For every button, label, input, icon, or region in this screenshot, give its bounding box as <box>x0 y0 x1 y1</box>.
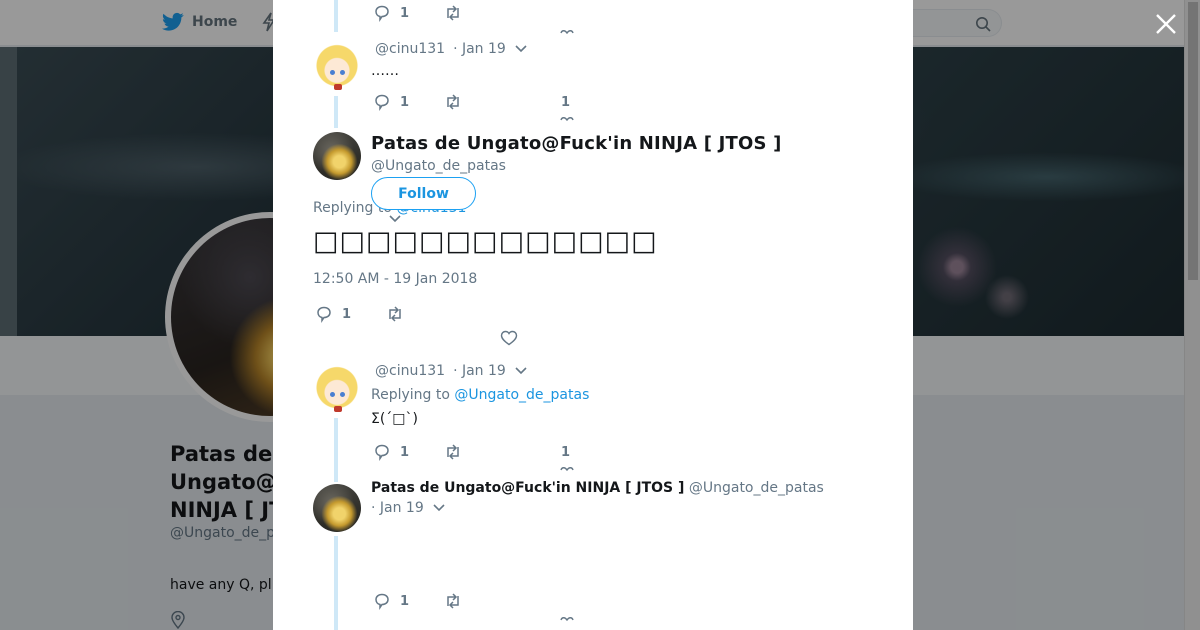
tweet-text: …… <box>371 63 399 79</box>
tweet-header: @cinu131 · Jan 19 <box>375 41 528 57</box>
tweet-actions: 1 <box>373 443 462 461</box>
retweet-button[interactable] <box>444 4 462 22</box>
like-count: 1 <box>561 445 571 460</box>
thread-line <box>334 418 338 482</box>
reply-button[interactable]: 1 <box>373 443 409 461</box>
reply-icon <box>317 306 331 323</box>
tweet-handle[interactable]: @cinu131 <box>375 363 445 379</box>
avatar[interactable] <box>313 44 361 92</box>
replying-to: Replying to @Ungato_de_patas <box>371 387 589 403</box>
tweet-timestamp[interactable]: 12:50 AM - 19 Jan 2018 <box>313 271 477 287</box>
tweet-header: @cinu131 · Jan 19 <box>375 363 528 379</box>
chevron-down-icon[interactable] <box>514 366 528 376</box>
retweet-icon <box>447 5 459 21</box>
heart-icon[interactable] <box>500 329 518 347</box>
tweet-text: □□□□□□□□□□□□□ <box>313 226 658 257</box>
reply-button[interactable]: 1 <box>373 93 409 111</box>
reply-count: 1 <box>400 94 410 110</box>
chevron-down-icon[interactable] <box>514 44 528 54</box>
avatar[interactable] <box>313 484 361 532</box>
retweet-icon <box>389 306 401 322</box>
heart-icon[interactable] <box>560 30 574 34</box>
heart-icon[interactable] <box>560 617 574 621</box>
tweet-actions: 1 <box>315 305 404 323</box>
tweet-date[interactable]: · Jan 19 <box>453 363 506 379</box>
reply-count: 1 <box>400 444 410 460</box>
tweet-header: Patas de Ungato@Fuck'in NINJA [ JTOS ] @… <box>371 480 824 496</box>
tweet-modal: 1 @cinu131 · Jan 19 …… 1 1 Patas de Unga… <box>273 0 913 630</box>
tweet-date-row: · Jan 19 <box>371 500 446 516</box>
tweet-handle[interactable]: @cinu131 <box>375 41 445 57</box>
replying-to-link[interactable]: @Ungato_de_patas <box>454 387 589 403</box>
retweet-icon <box>447 444 459 460</box>
retweet-button[interactable] <box>444 443 462 461</box>
reply-button[interactable]: 1 <box>373 4 409 22</box>
retweet-icon <box>447 593 459 609</box>
retweet-icon <box>447 94 459 110</box>
reply-button[interactable]: 1 <box>373 592 409 610</box>
reply-icon <box>375 444 389 461</box>
reply-icon <box>375 94 389 111</box>
author-handle[interactable]: @Ungato_de_patas <box>689 480 824 496</box>
tweet-text: Σ(´□`) <box>371 411 418 427</box>
replying-to-label: Replying to <box>371 387 450 403</box>
thread-line <box>334 536 338 630</box>
reply-icon <box>375 593 389 610</box>
thread-line <box>334 96 338 128</box>
tweet-actions: 1 <box>373 4 462 22</box>
thread-line <box>334 0 338 32</box>
tweet-actions: 1 <box>373 93 462 111</box>
retweet-button[interactable] <box>386 305 404 323</box>
chevron-down-icon[interactable] <box>432 503 446 513</box>
close-icon[interactable] <box>1154 12 1178 36</box>
like-count: 1 <box>561 95 571 110</box>
tweet-actions: 1 <box>373 592 462 610</box>
reply-count: 1 <box>342 306 352 322</box>
heart-icon[interactable] <box>560 467 574 471</box>
reply-count: 1 <box>400 5 410 21</box>
follow-button[interactable]: Follow <box>371 177 476 210</box>
author-name[interactable]: Patas de Ungato@Fuck'in NINJA [ JTOS ] <box>371 133 782 154</box>
reply-icon <box>375 5 389 22</box>
avatar[interactable] <box>313 132 361 180</box>
reply-button[interactable]: 1 <box>315 305 351 323</box>
reply-count: 1 <box>400 593 410 609</box>
tweet-date[interactable]: · Jan 19 <box>453 41 506 57</box>
heart-icon[interactable] <box>560 117 574 121</box>
tweet-date[interactable]: · Jan 19 <box>371 500 424 516</box>
chevron-down-icon[interactable] <box>388 214 402 224</box>
retweet-button[interactable] <box>444 592 462 610</box>
author-handle[interactable]: @Ungato_de_patas <box>371 158 506 174</box>
author-name[interactable]: Patas de Ungato@Fuck'in NINJA [ JTOS ] <box>371 480 684 496</box>
avatar[interactable] <box>313 366 361 414</box>
retweet-button[interactable] <box>444 93 462 111</box>
